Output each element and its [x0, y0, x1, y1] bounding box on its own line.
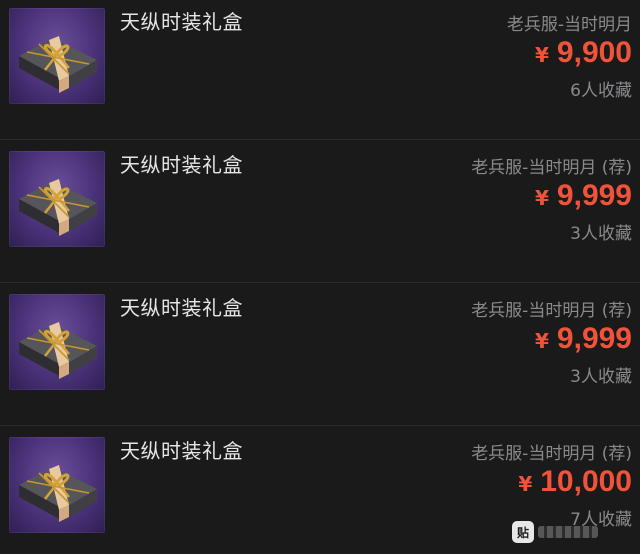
server-label: 老兵服-当时明月 (荐) [471, 158, 632, 178]
divider [0, 139, 640, 140]
divider [0, 425, 640, 426]
favorites-count: 6人收藏 [570, 81, 632, 101]
price: ¥ 9,999 [535, 179, 632, 213]
watermark-text-blur [538, 526, 598, 538]
price-amount: 9,999 [556, 179, 632, 212]
item-name: 天纵时装礼盒 [120, 153, 243, 177]
gift-box-icon [9, 437, 105, 533]
price-amount: 9,900 [556, 36, 632, 69]
currency-symbol: ¥ [535, 329, 549, 353]
price-amount: 9,999 [556, 322, 632, 355]
gift-box-icon [9, 294, 105, 390]
divider [0, 282, 640, 283]
favorites-count: 3人收藏 [570, 367, 632, 387]
price: ¥ 9,900 [535, 36, 632, 70]
server-label: 老兵服-当时明月 (荐) [471, 301, 632, 321]
item-name: 天纵时装礼盒 [120, 10, 243, 34]
list-item[interactable]: 天纵时装礼盒 老兵服-当时明月 (荐) ¥ 9,999 3人收藏 [0, 143, 640, 283]
list-item[interactable]: 天纵时装礼盒 老兵服-当时明月 (荐) ¥ 9,999 3人收藏 [0, 286, 640, 426]
gift-box-icon [9, 8, 105, 104]
currency-symbol: ¥ [535, 186, 549, 210]
currency-symbol: ¥ [535, 43, 549, 67]
server-label: 老兵服-当时明月 [506, 15, 632, 35]
currency-symbol: ¥ [518, 472, 533, 496]
item-name: 天纵时装礼盒 [120, 296, 243, 320]
item-name: 天纵时装礼盒 [120, 439, 243, 463]
list-item[interactable]: 天纵时装礼盒 老兵服-当时明月 ¥ 9,900 6人收藏 [0, 0, 640, 140]
watermark-icon: 贴 [512, 521, 534, 543]
price-amount: 10,000 [540, 465, 632, 498]
server-label: 老兵服-当时明月 (荐) [471, 444, 632, 464]
price: ¥ 9,999 [535, 322, 632, 356]
product-list: 天纵时装礼盒 老兵服-当时明月 ¥ 9,900 6人收藏 天纵时装礼盒 老兵服-… [0, 0, 640, 554]
gift-box-icon [9, 151, 105, 247]
price: ¥ 10,000 [518, 465, 632, 499]
favorites-count: 3人收藏 [570, 224, 632, 244]
